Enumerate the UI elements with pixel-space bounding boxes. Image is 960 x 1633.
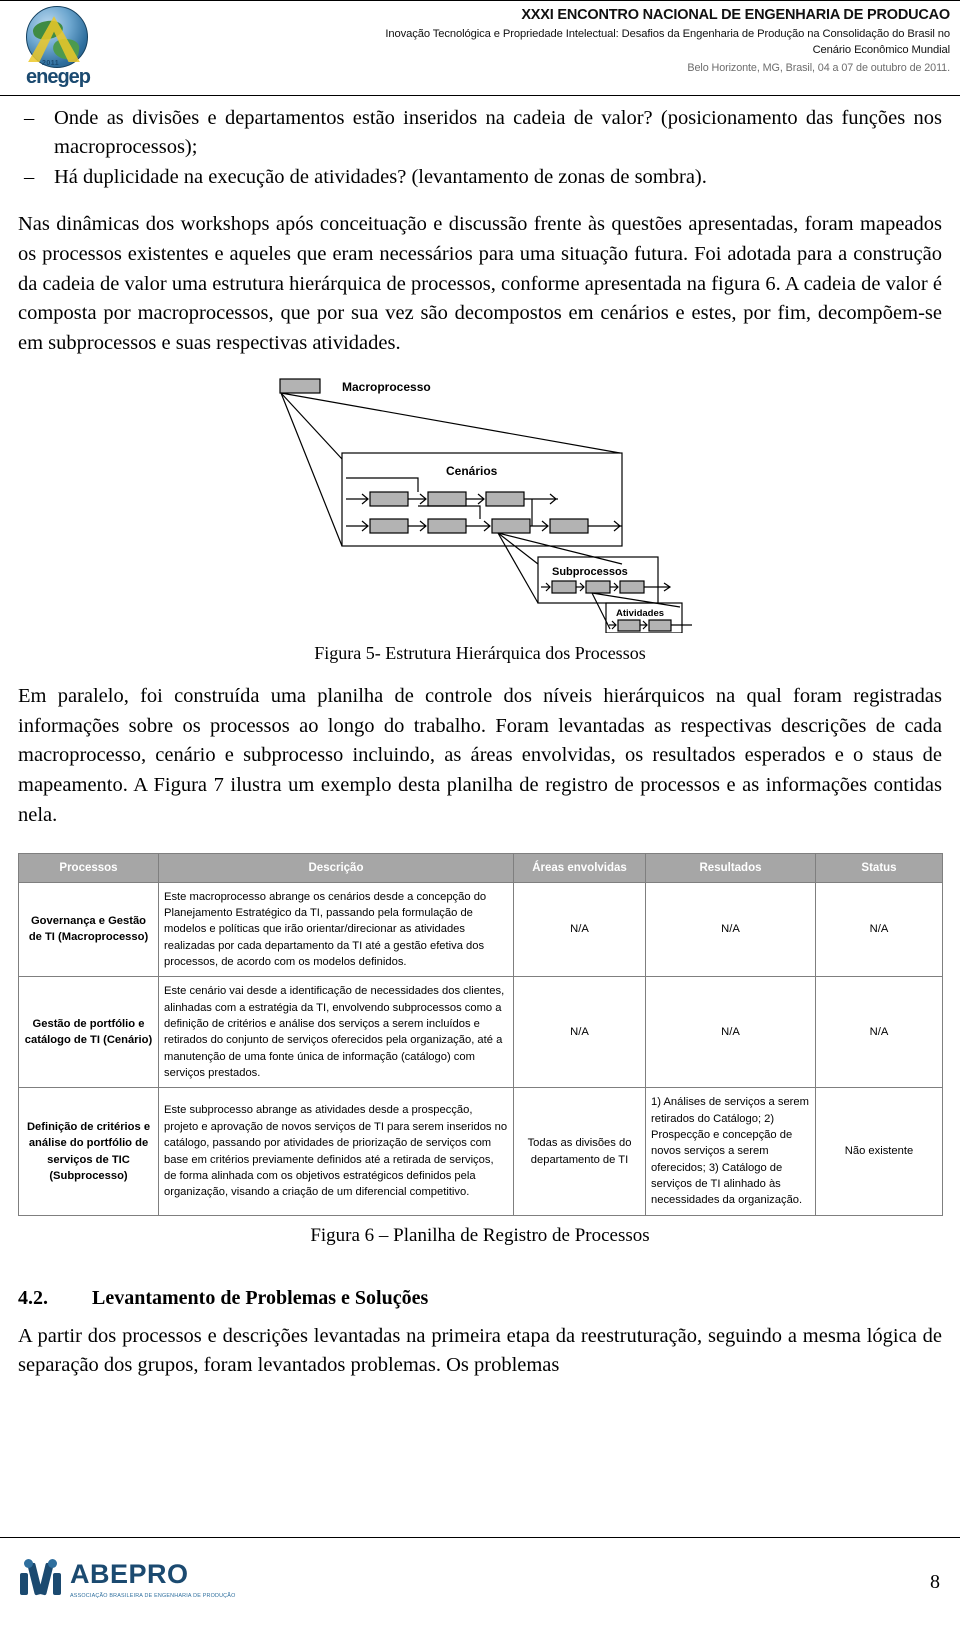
conference-subtitle: Inovação Tecnológica e Propriedade Intel… (385, 27, 950, 40)
column-header-areas: Áreas envolvidas (513, 852, 646, 883)
enegep-logo: 2011 enegep (8, 4, 104, 92)
table-header-row: Processos Descrição Áreas envolvidas Res… (18, 852, 943, 883)
section-number: 4.2. (18, 1286, 48, 1309)
column-header-status: Status (815, 852, 943, 883)
cell-resultados: N/A (645, 976, 816, 1089)
question-bullet-list: Onde as divisões e departamentos estão i… (18, 104, 942, 192)
figure5-caption: Figura 5- Estrutura Hierárquica dos Proc… (314, 642, 646, 663)
label-atividades: Atividades (616, 608, 664, 619)
page-number: 8 (930, 1571, 940, 1593)
process-sheet-wrapper: Processos Descrição Áreas envolvidas Res… (18, 852, 943, 1216)
cell-processo: Governança e Gestão de TI (Macroprocesso… (18, 881, 159, 978)
header-bottom-rule (0, 95, 960, 96)
list-item: Há duplicidade na execução de atividades… (18, 163, 942, 192)
cell-status: N/A (815, 881, 943, 978)
cell-status: N/A (815, 976, 943, 1089)
list-item: Onde as divisões e departamentos estão i… (18, 104, 942, 162)
section-heading: 4.2. Levantamento de Problemas e Soluções (18, 1287, 942, 1310)
abepro-mark-icon (18, 1557, 62, 1601)
figure-hierarchy-diagram: Macroprocesso Cenários Subprocessos Ativ… (18, 371, 942, 633)
cell-status: Não existente (815, 1087, 943, 1216)
column-header-descricao: Descrição (158, 852, 514, 883)
table-row: Governança e Gestão de TI (Macroprocesso… (18, 881, 943, 978)
abepro-wordmark: ABEPRO (70, 1559, 189, 1589)
cell-descricao: Este cenário vai desde a identificação d… (158, 976, 514, 1089)
header-text-block: XXXI ENCONTRO NACIONAL DE ENGENHARIA DE … (250, 6, 950, 74)
conference-subtitle-line2: Cenário Econômico Mundial (812, 44, 951, 57)
section-title: Levantamento de Problemas e Soluções (92, 1286, 429, 1309)
label-subprocessos: Subprocessos (552, 566, 628, 578)
label-macroprocesso: Macroprocesso (342, 380, 431, 394)
paragraph-planilha: Em paralelo, foi construída uma planilha… (18, 684, 942, 826)
cell-areas: N/A (513, 976, 646, 1089)
cell-areas: Todas as divisões do departamento de TI (513, 1087, 646, 1216)
document-footer: ABEPRO ASSOCIAÇÃO BRASILEIRA DE ENGENHAR… (0, 1537, 960, 1633)
cell-resultados: N/A (645, 881, 816, 978)
cell-areas: N/A (513, 881, 646, 978)
conference-title: XXXI ENCONTRO NACIONAL DE ENGENHARIA DE … (521, 7, 950, 23)
cell-descricao: Este subprocesso abrange as atividades d… (158, 1087, 514, 1216)
abepro-logo: ABEPRO ASSOCIAÇÃO BRASILEIRA DE ENGENHAR… (18, 1553, 248, 1617)
document-content: Onde as divisões e departamentos estão i… (18, 104, 943, 1381)
conference-header: 2011 enegep XXXI ENCONTRO NACIONAL DE EN… (0, 0, 960, 96)
table-row: Gestão de portfólio e catálogo de TI (Ce… (18, 976, 943, 1089)
cell-processo: Definição de critérios e análise do port… (18, 1087, 159, 1216)
cell-processo: Gestão de portfólio e catálogo de TI (Ce… (18, 976, 159, 1089)
header-top-rule (0, 0, 960, 1)
process-registry-table: Processos Descrição Áreas envolvidas Res… (18, 852, 943, 1216)
footer-rule (0, 1537, 960, 1538)
abepro-tagline: ASSOCIAÇÃO BRASILEIRA DE ENGENHARIA DE P… (70, 1593, 236, 1599)
table-row: Definição de critérios e análise do port… (18, 1087, 943, 1216)
column-header-resultados: Resultados (645, 852, 816, 883)
hierarchy-svg: Macroprocesso Cenários Subprocessos Ativ… (279, 378, 692, 633)
paragraph-workshops: Nas dinâmicas dos workshops após conceit… (18, 213, 942, 355)
conference-location: Belo Horizonte, MG, Brasil, 04 a 07 de o… (687, 62, 950, 75)
logo-wordmark: enegep (25, 66, 91, 88)
cell-descricao: Este macroprocesso abrange os cenários d… (158, 881, 514, 978)
figure6-caption: Figura 6 – Planilha de Registro de Proce… (310, 1224, 650, 1246)
label-cenarios: Cenários (446, 464, 498, 478)
cell-resultados: 1) Análises de serviços a serem retirado… (645, 1087, 816, 1216)
section-paragraph: A partir dos processos e descrições leva… (18, 1324, 942, 1377)
column-header-processos: Processos (18, 852, 159, 883)
